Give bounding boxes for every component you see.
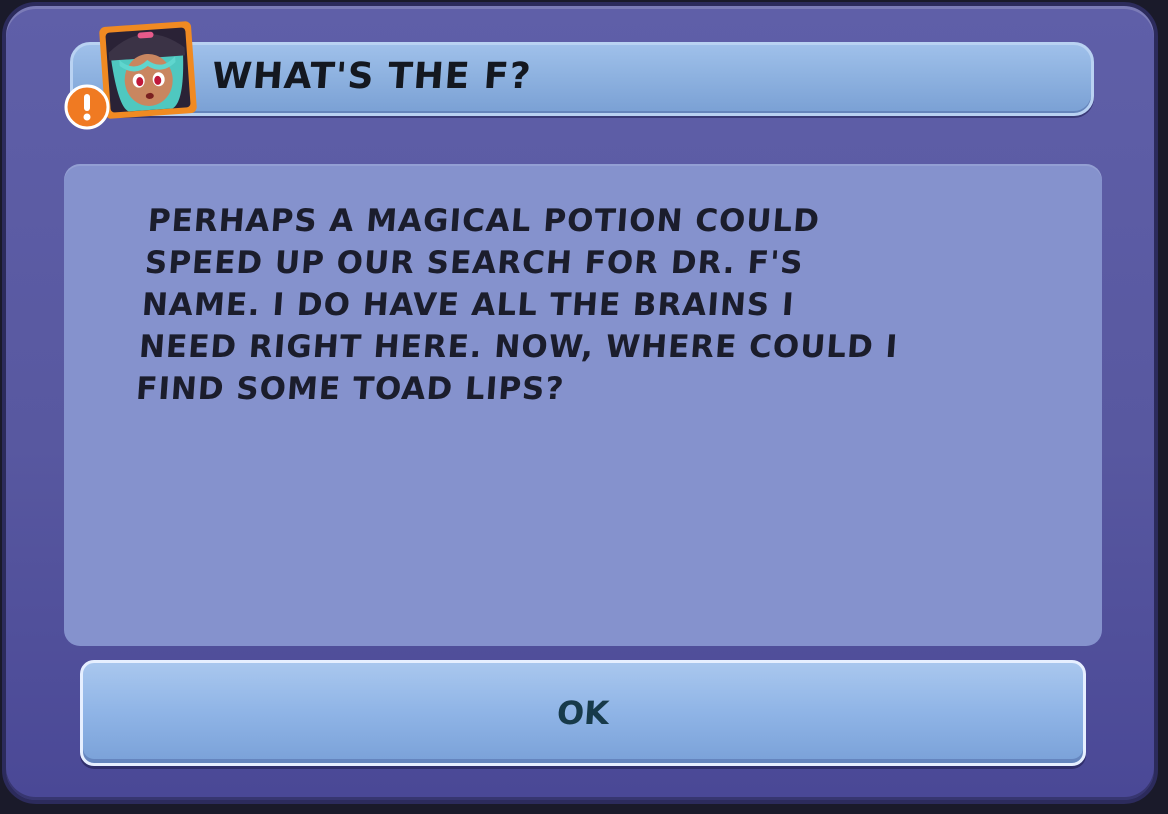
- character-portrait-icon: [96, 20, 200, 120]
- exclamation-badge-icon: [64, 84, 110, 130]
- ok-button[interactable]: OK: [80, 660, 1086, 766]
- ok-button-label: OK: [555, 694, 611, 732]
- dialog-title: WHAT'S THE F?: [210, 56, 533, 97]
- dialog-message: PERHAPS A MAGICAL POTION COULD SPEED UP …: [134, 203, 900, 407]
